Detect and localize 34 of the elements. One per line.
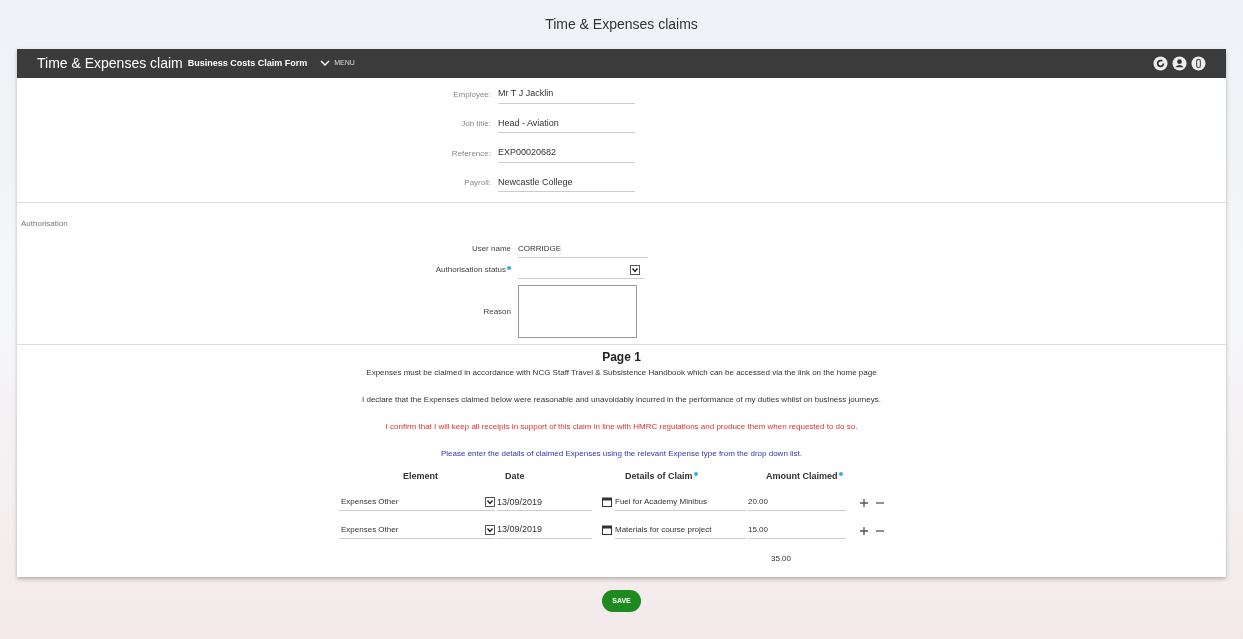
text-field[interactable]: CORRIDGE [518,243,648,258]
notice-text: I declare that the Expenses claimed below were reasonable and unavoidably incurred in the performance of my duties whilst on business journeys. [362,394,881,406]
amount-field[interactable]: 15.00 [748,523,846,539]
form-title: Time & Expenses claim [37,54,183,73]
notice-text: Expenses must be claimed in accordance with NCG Staff Travel & Subsistence Handbook which can be accessed via the link on the home page [366,367,877,379]
date-field[interactable]: 13/09/2019 [497,495,592,511]
details-field[interactable]: Materials for course project [615,523,746,539]
text-field[interactable]: Newcastle College [498,175,635,192]
field-label: Reason [482,305,512,318]
field-label: Job title: [460,118,492,130]
field-label: Employee: [452,88,492,101]
text-field[interactable]: Head - Aviation [498,116,635,133]
field-label: Payroll: [463,177,492,189]
column-header: Element [402,470,439,483]
form-subtitle: Business Costs Claim Form [187,56,308,70]
date-field[interactable]: 13/09/2019 [497,523,592,539]
text-field[interactable]: Mr T J Jacklin [498,87,635,104]
details-field[interactable]: Fuel for Academy Minibus [615,496,746,511]
field-label: Authorisation status [21,264,518,279]
page-title: Time & Expenses claims [545,15,698,34]
amount-field[interactable]: 20.00 [748,496,846,511]
section-heading: Authorisation [21,219,68,228]
field-label: Reference: [450,147,492,160]
notice-text: I confirm that I will keep all receipts in support of this claim in line with HMRC regulations and produce them when requested to do so. [385,421,858,433]
field-label: User name [470,243,512,255]
element-dropdown[interactable]: Expenses Other [339,496,495,511]
notice-text: Please enter the details of claimed Expenses using the relevant Expense type from the drop down list. [440,448,803,460]
total-amount: 35.00 [771,552,792,565]
column-header: Details of Claim [619,470,761,484]
text-field[interactable]: EXP00020682 [498,146,635,163]
column-header: Amount Claimed [761,470,881,484]
page-heading: Page 1 [602,349,641,366]
column-header: Date [504,470,526,483]
element-dropdown[interactable]: Expenses Other [339,523,495,539]
